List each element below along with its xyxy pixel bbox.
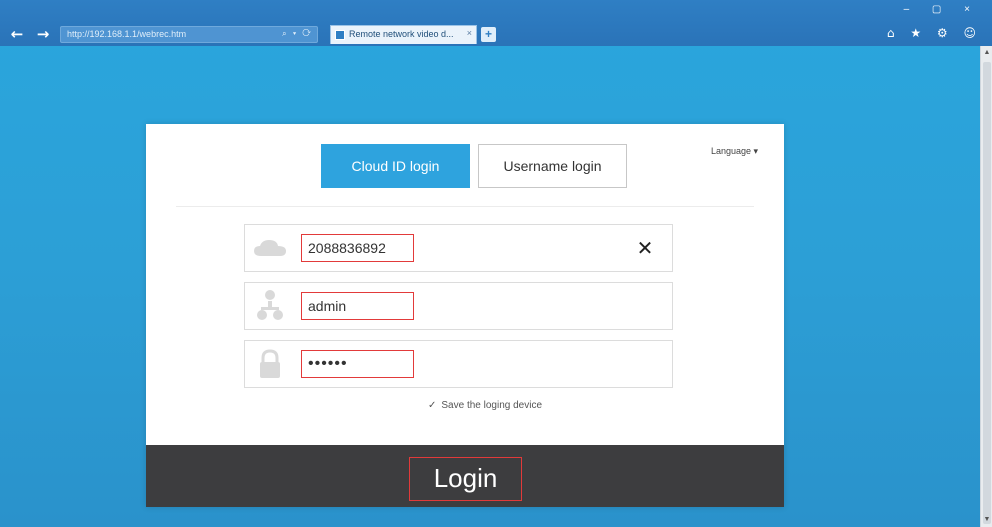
cloud-id-field: ✕ <box>244 224 673 272</box>
password-input[interactable] <box>301 350 414 378</box>
address-bar[interactable]: http://192.168.1.1/webrec.htm ⌕ ▾ ⟳ <box>60 26 318 43</box>
username-input[interactable] <box>301 292 414 320</box>
new-tab-button[interactable]: + <box>481 27 496 42</box>
address-text: http://192.168.1.1/webrec.htm <box>67 29 187 39</box>
save-device-checkbox[interactable]: ✓ <box>428 400 436 411</box>
user-icon <box>245 283 295 329</box>
save-device-label: Save the loging device <box>441 400 543 411</box>
language-dropdown[interactable]: Language ▾ <box>711 146 758 157</box>
password-field <box>244 340 673 388</box>
tab-title: Remote network video d... <box>349 29 454 39</box>
tab-username-login[interactable]: Username login <box>478 144 627 188</box>
username-field <box>244 282 673 330</box>
lock-icon <box>245 341 295 387</box>
save-device-row: ✓ Save the loging device <box>428 400 542 411</box>
cloud-id-input[interactable] <box>301 234 414 262</box>
back-icon[interactable]: ← <box>8 25 26 43</box>
vertical-scrollbar[interactable]: ▲ ▼ <box>980 46 992 527</box>
cloud-icon <box>245 225 295 271</box>
favicon-icon <box>335 30 345 40</box>
divider <box>176 206 754 207</box>
forward-icon[interactable]: → <box>34 25 52 43</box>
browser-action-icons[interactable]: ⌂ ★ ⚙ ☺ <box>887 26 982 40</box>
login-bar: Login <box>146 445 784 507</box>
scroll-thumb[interactable] <box>983 62 991 524</box>
scroll-down-icon[interactable]: ▼ <box>982 515 992 525</box>
browser-tab[interactable]: Remote network video d... × <box>330 25 477 44</box>
window-controls[interactable]: – ▢ × <box>904 4 980 15</box>
login-button[interactable]: Login <box>409 457 522 501</box>
tab-cloud-id-login[interactable]: Cloud ID login <box>321 144 470 188</box>
login-panel: Cloud ID login Username login Language ▾… <box>146 124 784 507</box>
close-icon[interactable]: ✕ <box>633 236 657 260</box>
address-tools[interactable]: ⌕ ▾ ⟳ <box>282 29 313 39</box>
scroll-up-icon[interactable]: ▲ <box>982 48 992 58</box>
browser-toolbar: ← → http://192.168.1.1/webrec.htm ⌕ ▾ ⟳ … <box>0 0 992 46</box>
tab-close-icon[interactable]: × <box>467 28 472 38</box>
